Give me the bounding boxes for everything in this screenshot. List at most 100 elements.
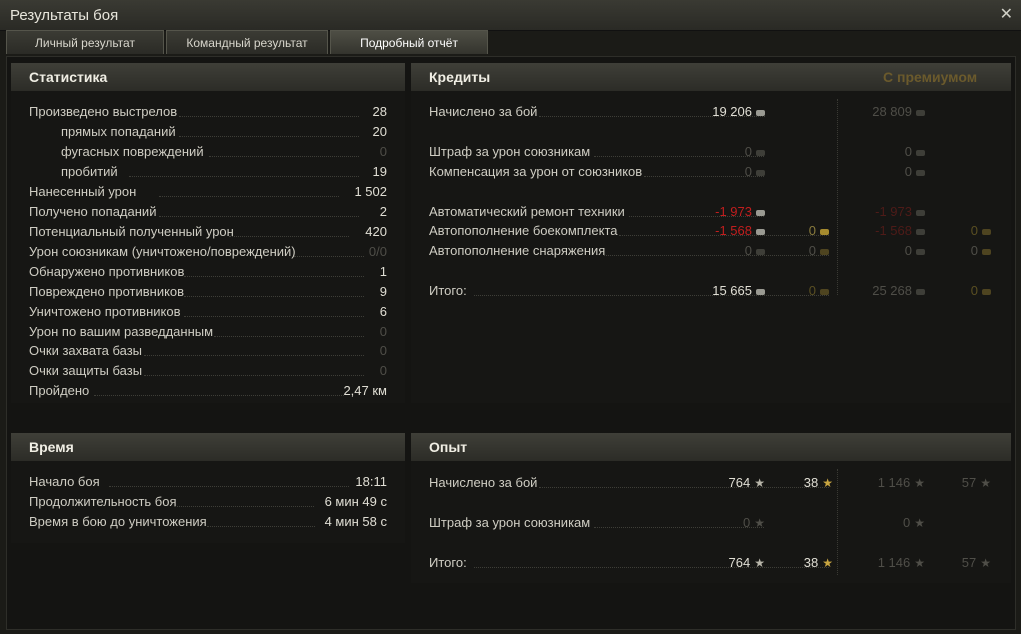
gold-premium-value: 0 — [970, 243, 978, 258]
time-row: Продолжительность боя 6 мин 49 с — [29, 492, 389, 512]
tab-personal-result[interactable]: Личный результат — [6, 30, 164, 54]
stat-row: Очки захвата базы 0 — [29, 341, 389, 361]
premium-header: С премиумом — [883, 69, 978, 85]
stat-label: Повреждено противников — [29, 284, 185, 299]
credit-label: Автоматический ремонт техники — [429, 204, 625, 219]
stat-value: 0 — [379, 324, 387, 339]
xp-label: Начислено за бой — [429, 475, 538, 490]
statistics-header: Статистика — [11, 63, 405, 91]
stat-row: Уничтожено противников 6 — [29, 302, 389, 322]
credit-icon — [756, 109, 765, 116]
stat-row: Нанесенный урон 1 502 — [29, 182, 389, 202]
credit-icon — [756, 248, 765, 255]
credit-label: Компенсация за урон от союзников — [429, 164, 643, 179]
credit-premium-value: 28 809 — [872, 104, 912, 119]
time-value: 6 мин 49 с — [324, 494, 387, 509]
credit-icon — [756, 169, 765, 176]
gold-base-value: 0 — [808, 243, 816, 258]
time-label: Время в бою до уничтожения — [29, 514, 207, 529]
tab-detailed-report[interactable]: Подробный отчёт — [330, 30, 488, 54]
statistics-panel: Статистика Произведено выстрелов 28 прямы… — [11, 63, 405, 403]
credit-icon — [756, 149, 765, 156]
xp-premium-value: 1 146 — [877, 475, 911, 490]
stat-label: Потенциальный полученный урон — [29, 224, 234, 239]
credit-row: Начислено за бой 19 206 28 809 — [429, 102, 1009, 122]
free-xp-premium-value: 57 — [961, 475, 977, 490]
credit-base-value: 0 — [744, 144, 752, 159]
xp-premium-value: 1 146 — [877, 555, 911, 570]
stat-row: Пройдено 2,47 км — [29, 381, 389, 401]
stat-row: Повреждено противников 9 — [29, 282, 389, 302]
time-panel: Время Начало боя 18:11 Продолжительность … — [11, 433, 405, 543]
credit-base-value: 15 665 — [712, 283, 752, 298]
time-row: Начало боя 18:11 — [29, 472, 389, 492]
experience-panel: Опыт Начислено за бой 764 ★ 38 ★ 1 146 ★ 57… — [411, 433, 1011, 583]
stat-label: Урон союзникам (уничтожено/повреждений) — [29, 244, 296, 259]
stat-label: прямых попаданий — [61, 124, 176, 139]
experience-header: Опыт — [411, 433, 1011, 461]
credit-icon — [916, 228, 925, 235]
free-xp-value: 38 — [803, 475, 819, 490]
stat-row: Произведено выстрелов 28 — [29, 102, 389, 122]
stat-row: Потенциальный полученный урон 420 — [29, 222, 389, 242]
credit-icon — [916, 109, 925, 116]
stat-label: Получено попаданий — [29, 204, 157, 219]
gold-premium-value: 0 — [970, 283, 978, 298]
stat-value: 0/0 — [368, 244, 387, 259]
credit-icon — [756, 288, 765, 295]
xp-star-icon: ★ — [754, 556, 765, 570]
time-label: Начало боя — [29, 474, 100, 489]
free-xp-star-icon: ★ — [822, 556, 833, 570]
tab-team-result[interactable]: Командный результат — [166, 30, 328, 54]
xp-label: Штраф за урон союзникам — [429, 515, 591, 530]
time-row: Время в бою до уничтожения 4 мин 58 с — [29, 512, 389, 532]
credit-row: Компенсация за урон от союзников 0 0 — [429, 162, 1009, 182]
gold-base-value: 0 — [808, 283, 816, 298]
credit-icon — [756, 209, 765, 216]
free-xp-premium-value: 57 — [961, 555, 977, 570]
stat-row: фугасных повреждений 0 — [29, 142, 389, 162]
credit-row: Автопополнение боекомплекта -1 568 0 -1 … — [429, 221, 1009, 241]
credit-label: Итого: — [429, 283, 467, 298]
credit-total-row: Итого: 15 665 0 25 268 0 — [429, 281, 1009, 301]
stat-label: Урон по вашим разведданным — [29, 324, 214, 339]
close-icon[interactable]: ✕ — [1000, 4, 1013, 24]
xp-row: Начислено за бой 764 ★ 38 ★ 1 146 ★ 57 ★ — [429, 473, 1009, 493]
xp-row: Штраф за урон союзникам 0 ★ 0 ★ — [429, 513, 1009, 533]
stat-label: Пройдено — [29, 383, 90, 398]
stat-row: пробитий 19 — [29, 162, 389, 182]
xp-star-icon: ★ — [754, 516, 765, 530]
stat-value: 1 — [379, 264, 387, 279]
xp-star-icon: ★ — [914, 556, 925, 570]
stat-row: Обнаружено противников 1 — [29, 262, 389, 282]
credit-premium-value: -1 568 — [875, 223, 912, 238]
credit-base-value: 19 206 — [712, 104, 752, 119]
stat-label: фугасных повреждений — [61, 144, 204, 159]
stat-value: 9 — [379, 284, 387, 299]
time-label: Продолжительность боя — [29, 494, 177, 509]
xp-label: Итого: — [429, 555, 467, 570]
credit-base-value: -1 973 — [715, 204, 752, 219]
xp-base-value: 764 — [728, 555, 751, 570]
free-xp-star-icon: ★ — [980, 556, 991, 570]
credit-label: Автопополнение снаряжения — [429, 243, 606, 258]
window-title: Результаты боя — [10, 7, 119, 24]
free-xp-value: 38 — [803, 555, 819, 570]
credit-row: Автоматический ремонт техники -1 973 -1 … — [429, 202, 1009, 222]
stat-value: 28 — [372, 104, 387, 119]
stat-value: 0 — [379, 363, 387, 378]
stat-value: 20 — [372, 124, 387, 139]
credit-base-value: -1 568 — [715, 223, 752, 238]
gold-icon — [820, 228, 829, 235]
gold-icon — [820, 248, 829, 255]
time-value: 18:11 — [355, 474, 387, 489]
stat-label: Обнаружено противников — [29, 264, 185, 279]
credit-premium-value: 0 — [904, 243, 912, 258]
credit-label: Штраф за урон союзникам — [429, 144, 591, 159]
credit-premium-value: 0 — [904, 144, 912, 159]
stat-value: 2 — [379, 204, 387, 219]
stat-label: Произведено выстрелов — [29, 104, 178, 119]
gold-icon — [820, 288, 829, 295]
stat-label: Очки захвата базы — [29, 343, 143, 358]
stat-value: 0 — [379, 343, 387, 358]
